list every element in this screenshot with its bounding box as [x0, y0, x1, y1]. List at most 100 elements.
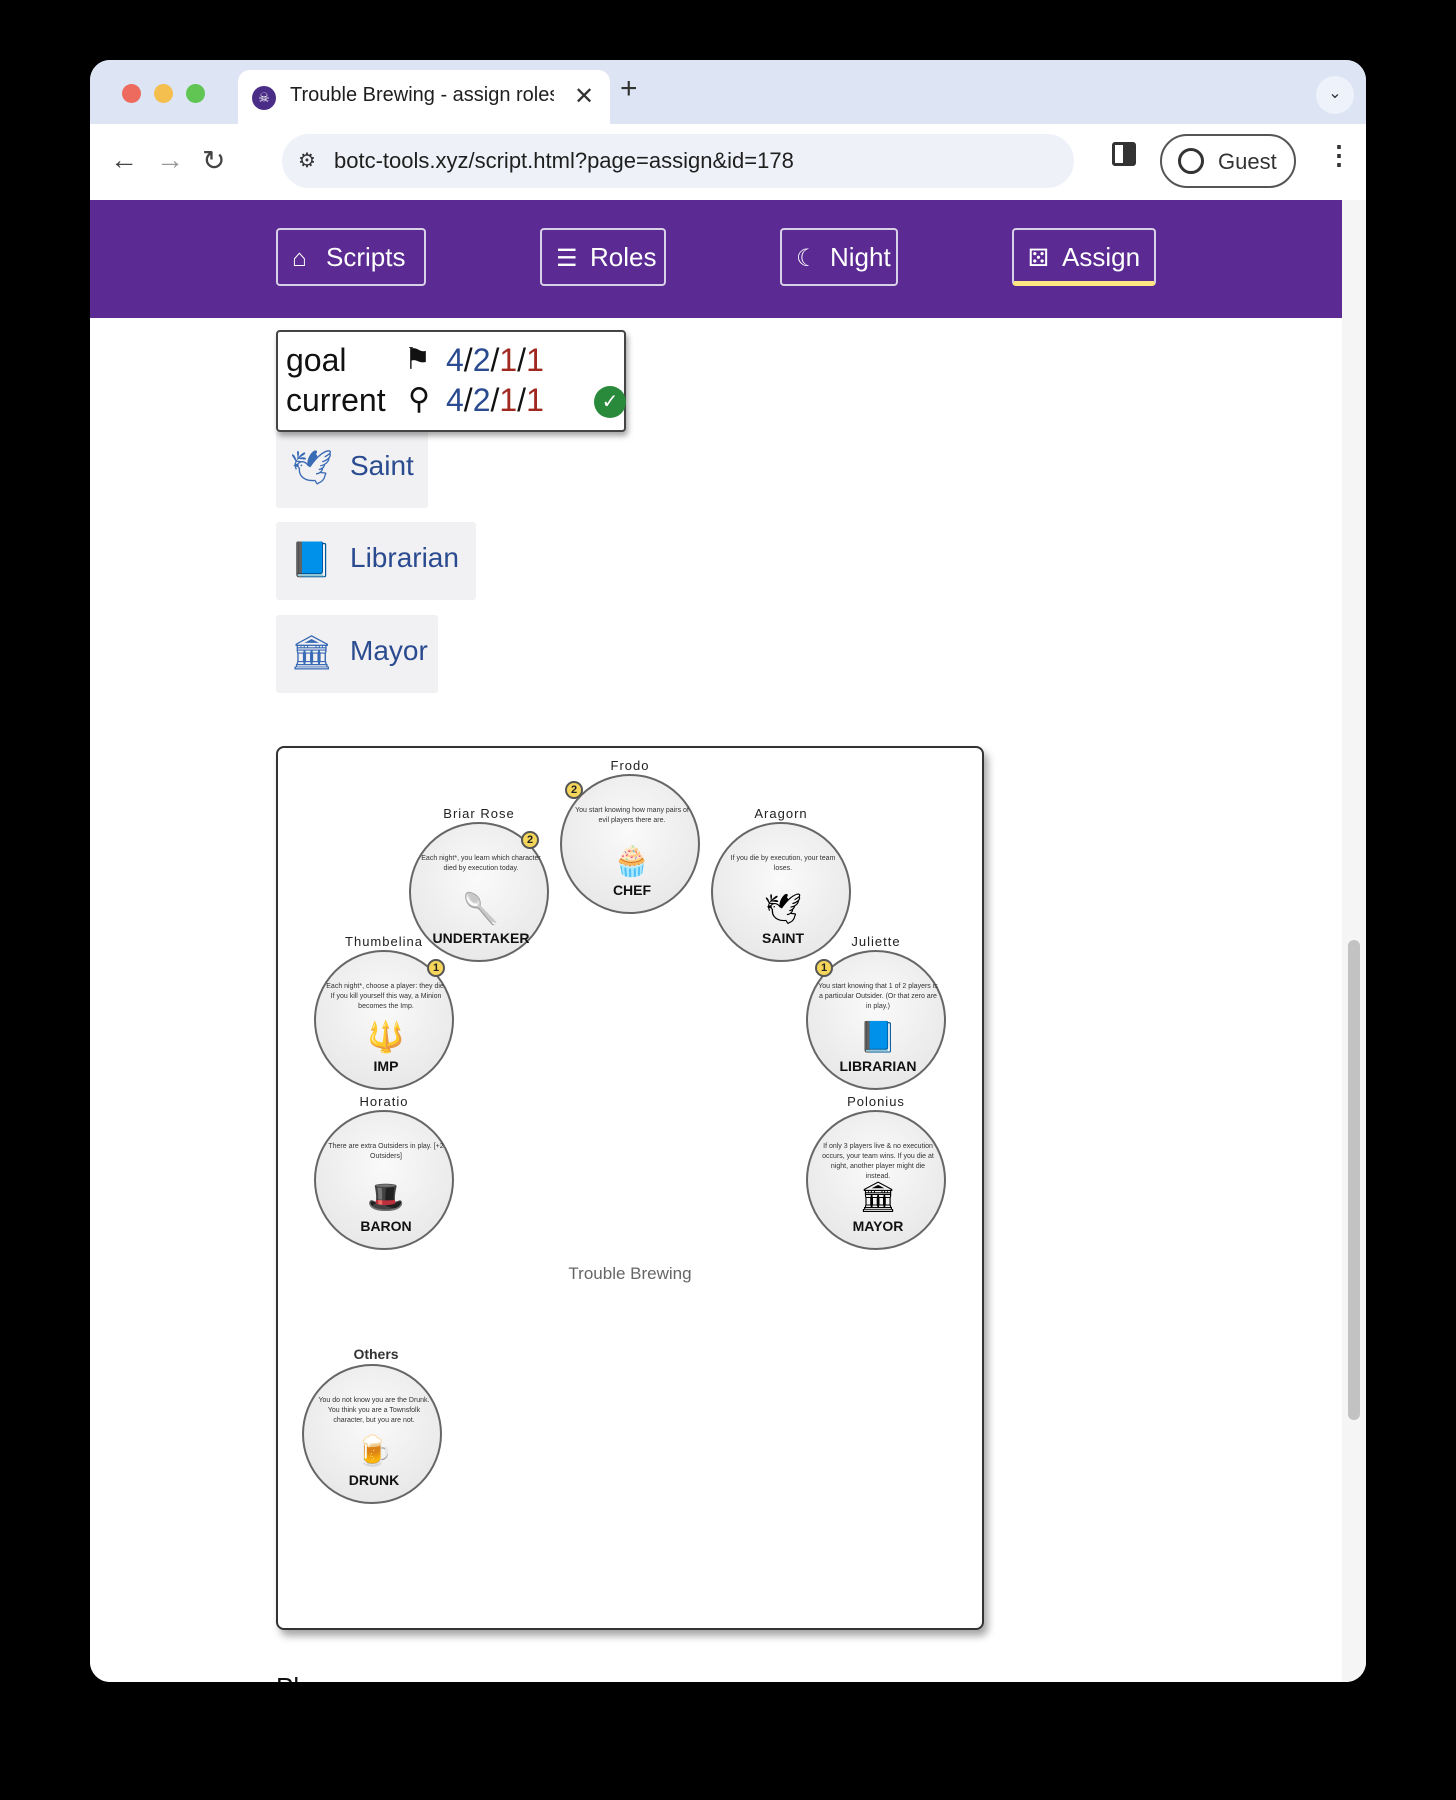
undertaker-icon: 🥄 [462, 893, 500, 926]
role-token-name: LIBRARIAN [839, 1058, 917, 1074]
goal-minions: 1 [499, 342, 518, 378]
minimize-window-button[interactable] [154, 84, 173, 103]
drunk-icon: 🍺 [355, 1435, 393, 1468]
player-name: Frodo [610, 758, 650, 773]
reload-button[interactable]: ↻ [202, 144, 225, 177]
profile-button[interactable]: Guest [1160, 134, 1296, 188]
tab-strip: ☠ Trouble Brewing - assign roles ✕ + ⌄ [90, 60, 1366, 124]
browser-toolbar: ← → ↻ ⚙ botc-tools.xyz/script.html?page=… [90, 124, 1366, 200]
role-token-drunk[interactable]: You do not know you are the Drunk. You t… [302, 1364, 442, 1504]
role-token-name: IMP [373, 1058, 399, 1074]
current-outsiders: 2 [472, 382, 491, 418]
goal-demons: 1 [526, 342, 544, 378]
tab-search-button[interactable]: ⌄ [1316, 76, 1354, 114]
profile-icon [1178, 148, 1204, 174]
grimoire-board: Trouble Brewing Others Frodo You start kn… [276, 746, 984, 1630]
saint-icon: 🕊 [763, 893, 803, 926]
profile-label: Guest [1218, 149, 1277, 174]
role-name: Saint [350, 450, 414, 481]
back-button[interactable]: ← [110, 144, 138, 176]
role-ability-text: If you die by execution, your team loses… [730, 855, 836, 872]
current-demons: 1 [526, 382, 544, 418]
role-ability-text: Each night*, choose a player: they die. … [326, 983, 446, 1010]
close-window-button[interactable] [122, 84, 141, 103]
night-order-badge: 1 [427, 959, 445, 977]
dice-icon: ⚄ [1028, 245, 1049, 272]
role-token-name: DRUNK [348, 1472, 400, 1488]
nav-night[interactable]: ☾ Night [780, 228, 898, 286]
current-label: current [286, 382, 386, 418]
new-tab-button[interactable]: + [620, 72, 638, 106]
separator: / [517, 342, 527, 378]
check-icon: ✓ [594, 386, 626, 418]
mayor-icon: 🏛 [858, 1181, 898, 1214]
app-navbar: ⌂ Scripts ☰ Roles ☾ Night ⚄ Assign [90, 200, 1342, 318]
home-icon: ⌂ [292, 245, 307, 272]
chef-icon: 🧁 [613, 845, 651, 878]
role-token-name: CHEF [612, 882, 652, 898]
nav-scripts[interactable]: ⌂ Scripts [276, 228, 426, 286]
night-order-badge: 1 [815, 959, 833, 977]
nav-assign[interactable]: ⚄ Assign [1012, 228, 1156, 286]
current-townsfolk: 4 [446, 382, 464, 418]
address-bar[interactable]: ⚙ botc-tools.xyz/script.html?page=assign… [282, 134, 1074, 188]
site-settings-icon[interactable]: ⚙ [298, 148, 316, 173]
moon-icon: ☾ [796, 245, 818, 272]
role-token-name: BARON [360, 1218, 412, 1234]
forward-button[interactable]: → [156, 144, 184, 176]
side-panel-icon[interactable] [1112, 142, 1136, 166]
page-content: ⌂ Scripts ☰ Roles ☾ Night ⚄ Assign 🕊 Saint 📘… [90, 200, 1366, 1682]
nav-night-label: Night [830, 242, 891, 272]
nav-roles-label: Roles [590, 242, 657, 272]
player-name: Thumbelina [345, 934, 423, 949]
role-item-mayor[interactable]: 🏛 Mayor [276, 615, 438, 693]
baron-icon: 🎩 [367, 1181, 405, 1214]
tab-close-button[interactable]: ✕ [574, 82, 594, 111]
separator: / [463, 382, 473, 418]
script-name: Trouble Brewing [568, 1264, 692, 1283]
nav-assign-label: Assign [1062, 242, 1141, 272]
goal-values: 4/2/1/1 [446, 342, 544, 379]
role-item-saint[interactable]: 🕊 Saint [276, 430, 428, 508]
separator: / [463, 342, 473, 378]
browser-menu-icon[interactable]: ⋮ [1326, 140, 1352, 171]
role-token-baron[interactable]: There are extra Outsiders in play. [+2 O… [314, 1110, 454, 1250]
librarian-icon: 📘 [859, 1021, 897, 1054]
role-ability-text: Each night*, you learn which character d… [421, 855, 541, 872]
active-tab[interactable]: ☠ Trouble Brewing - assign roles ✕ [238, 70, 610, 124]
role-name: Mayor [350, 635, 428, 666]
player-name: Aragorn [754, 806, 808, 821]
role-name: Librarian [350, 542, 459, 573]
list-icon: ☰ [556, 245, 578, 272]
role-ability-text: There are extra Outsiders in play. [+2 O… [328, 1143, 444, 1160]
scrollbar-thumb[interactable] [1348, 940, 1360, 1420]
url-text: botc-tools.xyz/script.html?page=assign&i… [334, 148, 794, 173]
night-order-badge: 2 [565, 781, 583, 799]
wings-icon: 🕊 [290, 449, 334, 487]
role-ability-text: You do not know you are the Drunk. You t… [318, 1397, 430, 1424]
role-token-name: MAYOR [852, 1218, 904, 1234]
favicon-icon: ☠ [252, 86, 276, 110]
night-order-badge: 2 [521, 831, 539, 849]
flag-icon: ⚑ [404, 343, 431, 376]
current-minions: 1 [499, 382, 518, 418]
goal-label: goal [286, 342, 347, 378]
nav-roles[interactable]: ☰ Roles [540, 228, 666, 286]
page-scrollbar[interactable] [1342, 200, 1366, 1682]
browser-window: ☠ Trouble Brewing - assign roles ✕ + ⌄ ←… [90, 60, 1366, 1682]
player-name: Briar Rose [443, 806, 515, 821]
role-count-summary: goal ⚑ 4/2/1/1 current ⚲ 4/2/1/1 ✓ [276, 330, 626, 432]
player-name: Juliette [851, 934, 901, 949]
maximize-window-button[interactable] [186, 84, 205, 103]
player-name: Horatio [359, 1094, 409, 1109]
role-token-mayor[interactable]: If only 3 players live & no execution oc… [806, 1110, 946, 1250]
role-item-librarian[interactable]: 📘 Librarian [276, 522, 476, 600]
goal-townsfolk: 4 [446, 342, 464, 378]
tab-title: Trouble Brewing - assign roles [290, 84, 554, 106]
players-label: Players: [276, 1672, 370, 1682]
role-ability-text: You start knowing that 1 of 2 players is… [818, 983, 938, 1010]
role-ability-text: You start knowing how many pairs of evil… [575, 807, 689, 824]
location-pin-icon: ⚲ [408, 383, 430, 416]
separator: / [517, 382, 527, 418]
role-ability-text: If only 3 players live & no execution oc… [822, 1143, 934, 1180]
